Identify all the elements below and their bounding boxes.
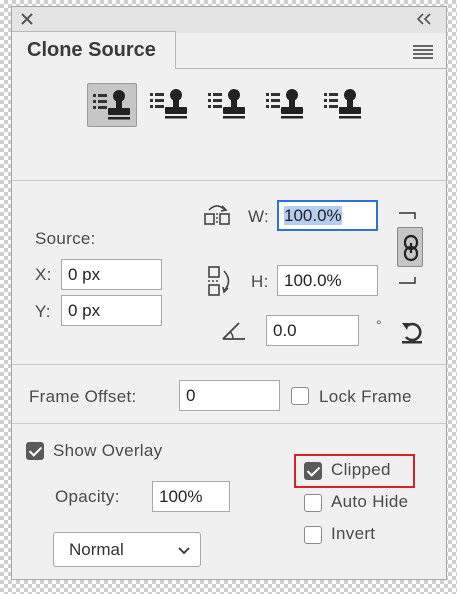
clone-stamp-icon	[266, 89, 303, 119]
x-label: X:	[35, 265, 52, 284]
show-overlay-checkbox[interactable]	[26, 442, 44, 460]
section-divider	[12, 423, 446, 424]
invert-label: Invert	[331, 524, 376, 543]
clone-source-1-button[interactable]	[87, 83, 137, 127]
x-offset-input[interactable]: 0 px	[61, 259, 162, 290]
chain-link-icon	[403, 234, 419, 262]
opacity-label: Opacity:	[55, 487, 120, 506]
y-label: Y:	[35, 302, 51, 321]
opacity-input[interactable]: 100%	[152, 481, 230, 512]
link-proportions-button[interactable]	[397, 227, 423, 267]
close-icon[interactable]	[20, 12, 34, 26]
w-label: W:	[248, 207, 270, 226]
tab-clone-source[interactable]: Clone Source	[12, 31, 176, 69]
h-label: H:	[251, 272, 269, 291]
height-scale-input[interactable]: 100.0%	[277, 265, 378, 296]
clipped-checkbox[interactable]	[304, 462, 322, 480]
clipped-label: Clipped	[331, 460, 391, 479]
hamburger-menu-icon[interactable]	[413, 45, 433, 59]
clone-stamp-icon	[93, 90, 130, 120]
width-scale-value: 100.0%	[284, 206, 342, 225]
clone-source-5-button[interactable]	[319, 83, 369, 127]
show-overlay-label: Show Overlay	[53, 441, 163, 460]
frame-offset-label: Frame Offset:	[29, 387, 137, 406]
blend-mode-value: Normal	[69, 540, 124, 559]
clone-source-4-button[interactable]	[261, 83, 311, 127]
source-label: Source:	[35, 229, 96, 248]
flip-vertical-icon[interactable]	[207, 265, 237, 299]
frame-offset-input[interactable]: 0	[179, 380, 280, 411]
reset-transform-icon[interactable]	[399, 319, 425, 345]
degree-symbol: °	[376, 317, 382, 333]
clone-stamp-icon	[208, 89, 245, 119]
section-divider	[12, 180, 446, 181]
clone-source-3-button[interactable]	[203, 83, 253, 127]
clone-stamp-icon	[150, 89, 187, 119]
panel-titlebar	[12, 7, 446, 33]
clone-source-2-button[interactable]	[145, 83, 195, 127]
flip-horizontal-icon[interactable]	[203, 201, 237, 227]
section-divider	[12, 364, 446, 365]
lock-frame-label: Lock Frame	[319, 387, 412, 406]
y-offset-input[interactable]: 0 px	[61, 295, 162, 326]
auto-hide-label: Auto Hide	[331, 492, 409, 511]
double-chevron-icon[interactable]	[416, 13, 432, 25]
tab-bar-divider	[176, 68, 446, 69]
rotation-angle-input[interactable]: 0.0	[266, 315, 359, 346]
lock-frame-checkbox[interactable]	[291, 387, 309, 405]
auto-hide-checkbox[interactable]	[304, 494, 322, 512]
angle-icon	[222, 322, 245, 340]
clone-stamp-icon	[324, 89, 361, 119]
width-scale-input[interactable]: 100.0%	[277, 200, 378, 231]
chevron-down-icon	[178, 547, 190, 555]
clone-source-panel: Clone Source Source: X: 0 px Y: 0 px W: …	[11, 6, 447, 580]
invert-checkbox[interactable]	[304, 526, 322, 544]
blend-mode-dropdown[interactable]: Normal	[53, 532, 201, 567]
